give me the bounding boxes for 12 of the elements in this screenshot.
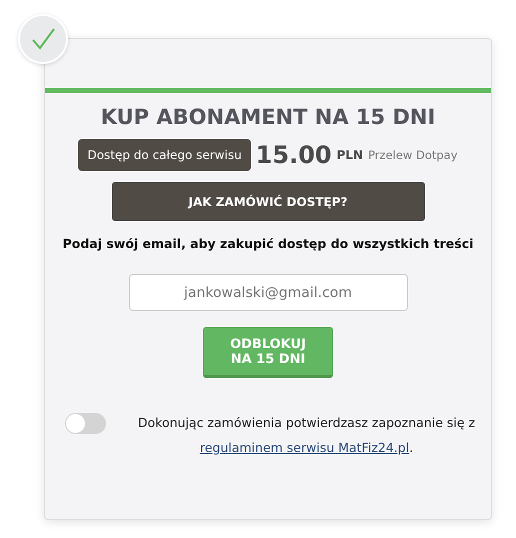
offer-label: Dostęp do całego serwisu xyxy=(78,139,251,171)
consent-toggle[interactable] xyxy=(65,413,106,434)
terms-link[interactable]: regulaminem serwisu MatFiz24.pl xyxy=(200,440,410,455)
email-field[interactable]: jankowalski@gmail.com xyxy=(128,274,408,311)
email-prompt: Podaj swój email, aby zakupić dostęp do wszystkich treści xyxy=(62,236,474,251)
how-to-order-button[interactable]: JAK ZAMÓWIĆ DOSTĘP? xyxy=(112,182,424,221)
card-title: KUP ABONAMENT NA 15 DNI xyxy=(100,105,436,129)
payment-method: Przelew Dotpay xyxy=(368,148,458,162)
price: 15.00 xyxy=(256,141,332,169)
currency: PLN xyxy=(336,148,364,162)
check-icon xyxy=(30,26,56,52)
consent-text: Dokonując zamówienia potwierdzasz zapoznanie się z regulaminem serwisu MatFiz24.pl. xyxy=(136,414,476,457)
